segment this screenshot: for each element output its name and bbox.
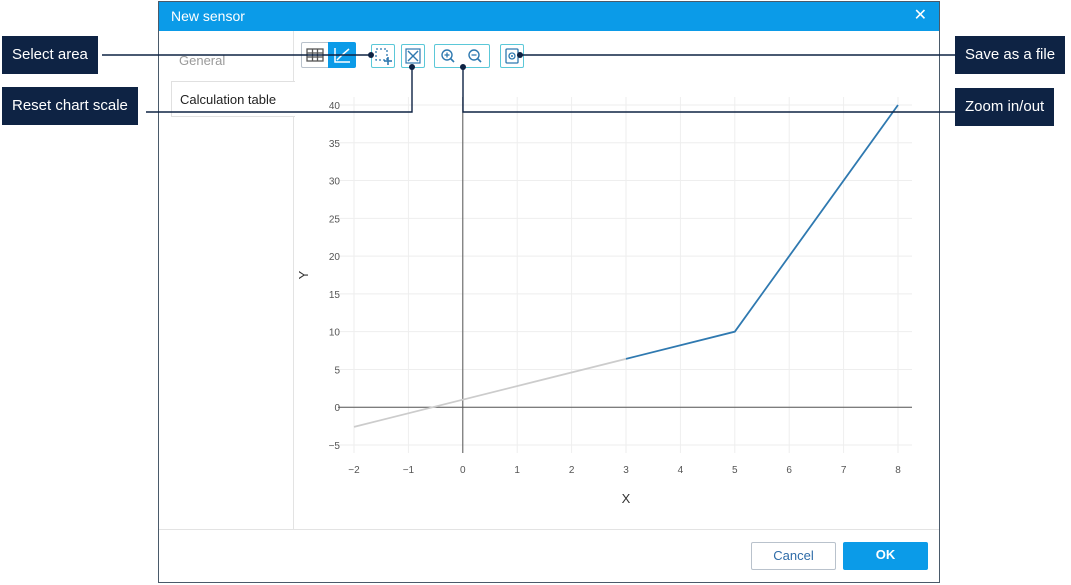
callout-reset-scale: Reset chart scale [2, 87, 138, 125]
callout-zoom: Zoom in/out [955, 88, 1055, 126]
callout-leaders [102, 52, 955, 113]
callout-save-file: Save as a file [955, 36, 1066, 74]
callout-select-area: Select area [2, 36, 98, 74]
